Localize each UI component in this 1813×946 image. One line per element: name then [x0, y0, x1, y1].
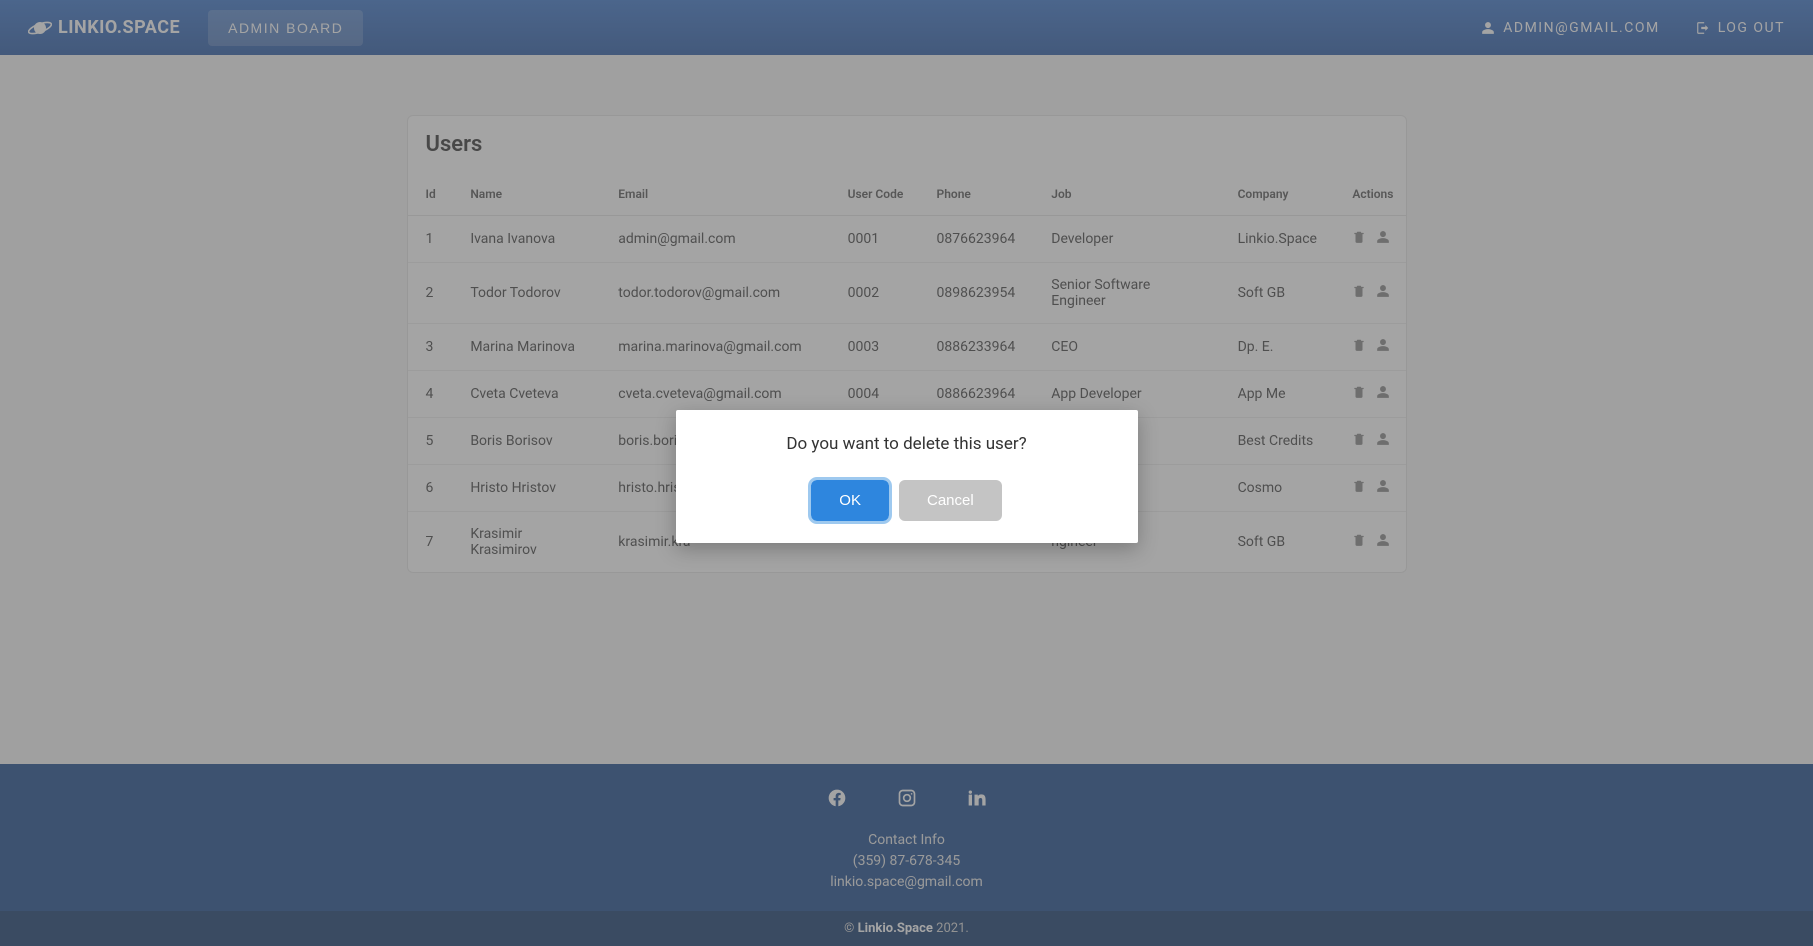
modal-message: Do you want to delete this user?: [700, 434, 1114, 454]
modal-overlay: Do you want to delete this user? OK Canc…: [0, 0, 1813, 946]
confirm-delete-modal: Do you want to delete this user? OK Canc…: [676, 410, 1138, 543]
ok-button[interactable]: OK: [811, 480, 889, 521]
cancel-button[interactable]: Cancel: [899, 480, 1002, 521]
